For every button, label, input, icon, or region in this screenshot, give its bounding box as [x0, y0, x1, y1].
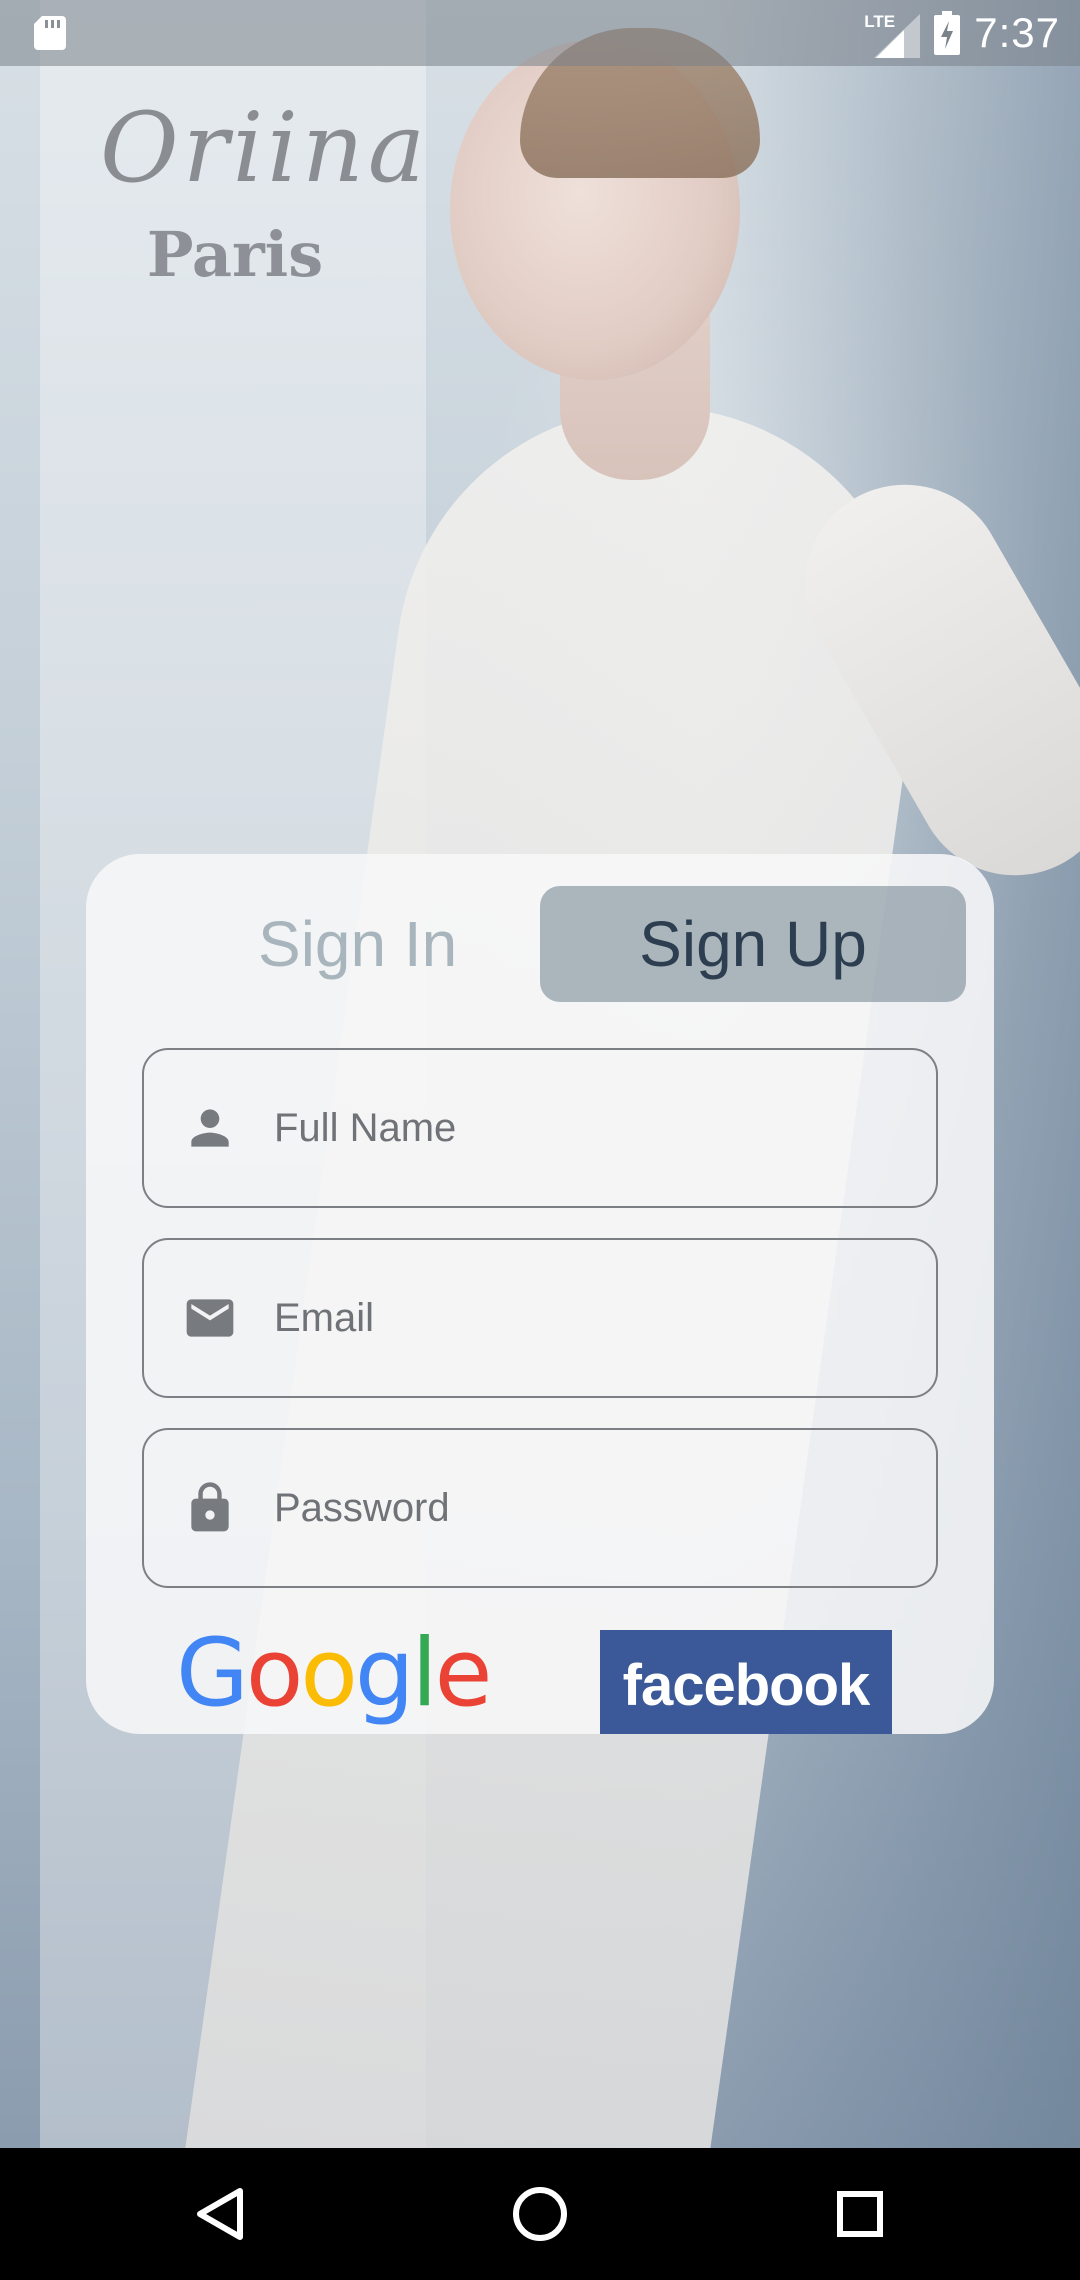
- facebook-sign-in-button[interactable]: facebook: [600, 1630, 892, 1734]
- navigation-bar: [0, 2148, 1080, 2280]
- person-icon: [191, 1109, 229, 1147]
- mail-icon: [186, 1299, 234, 1337]
- home-button[interactable]: [460, 2148, 620, 2280]
- sd-card-icon: [34, 16, 66, 50]
- lte-signal-icon: LTE: [864, 8, 921, 58]
- back-triangle-icon: [197, 2188, 243, 2240]
- google-sign-in-button[interactable]: Google: [176, 1624, 506, 1734]
- back-button[interactable]: [140, 2148, 300, 2280]
- clock: 7:37: [974, 9, 1060, 56]
- google-letter: e: [434, 1619, 493, 1728]
- google-letter: g: [354, 1619, 415, 1728]
- auth-card: Sign In Sign Up Google facebook: [86, 854, 994, 1734]
- recent-apps-button[interactable]: [780, 2148, 940, 2280]
- email-input[interactable]: [274, 1240, 914, 1396]
- full-name-field[interactable]: [142, 1048, 938, 1208]
- email-field[interactable]: [142, 1238, 938, 1398]
- password-input[interactable]: [274, 1430, 914, 1586]
- recent-square-icon: [837, 2191, 883, 2237]
- tab-sign-up[interactable]: Sign Up: [540, 886, 966, 1002]
- google-letter: l: [411, 1619, 438, 1728]
- home-circle-icon: [513, 2187, 567, 2241]
- password-field[interactable]: [142, 1428, 938, 1588]
- google-letter: o: [245, 1619, 303, 1728]
- lock-icon: [191, 1482, 229, 1532]
- status-bar: LTE 7:37: [0, 0, 1080, 66]
- brand-logo-name: Oriina: [100, 92, 430, 204]
- google-letter: G: [176, 1619, 249, 1728]
- auth-tabs: Sign In Sign Up: [86, 886, 994, 1002]
- brand-logo-city: Paris: [146, 218, 324, 291]
- battery-charging-icon: [934, 11, 961, 55]
- full-name-input[interactable]: [274, 1050, 914, 1206]
- google-letter: o: [300, 1619, 357, 1728]
